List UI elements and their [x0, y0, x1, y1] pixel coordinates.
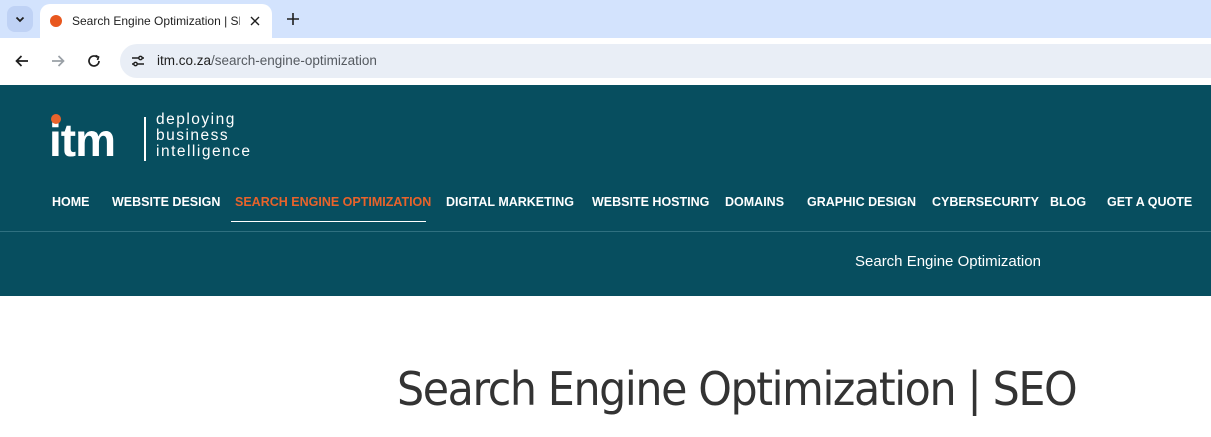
nav-graphic-design[interactable]: GRAPHIC DESIGN: [807, 195, 916, 209]
nav-domains[interactable]: DOMAINS: [725, 195, 784, 209]
logo-dot-icon: [51, 114, 61, 124]
logo-tagline-line: business: [156, 127, 230, 144]
itm-logo[interactable]: itm deploying business intelligence: [48, 111, 258, 167]
logo-wordmark: itm: [49, 114, 116, 166]
logo-divider: [144, 117, 146, 161]
nav-blog[interactable]: BLOG: [1050, 195, 1086, 209]
url-path: /search-engine-optimization: [211, 53, 377, 68]
url-host: itm.co.za: [157, 53, 212, 68]
logo-tagline: deploying business intelligence: [156, 112, 252, 160]
breadcrumb: Search Engine Optimization: [855, 253, 1041, 270]
address-bar[interactable]: itm.co.za/search-engine-optimization: [120, 44, 1211, 78]
logo-tagline-line: intelligence: [156, 143, 252, 160]
browser-tabstrip: Search Engine Optimization | SEO: [0, 0, 1211, 38]
tune-icon: [132, 55, 144, 67]
arrow-right-icon: [52, 55, 65, 67]
header-divider: [0, 231, 1211, 232]
site-favicon-icon: [50, 15, 62, 27]
active-nav-underline: [231, 221, 426, 222]
page-title: Search Engine Optimization | SEO: [397, 362, 1078, 416]
arrow-left-icon: [15, 55, 28, 67]
tab-search-dropdown[interactable]: [7, 6, 33, 32]
nav-website-hosting[interactable]: WEBSITE HOSTING: [592, 195, 709, 209]
nav-home[interactable]: HOME: [52, 195, 90, 209]
chevron-down-icon: [15, 16, 25, 23]
close-icon: [250, 16, 260, 26]
plus-icon: [287, 13, 299, 25]
reload-button[interactable]: [84, 51, 104, 71]
back-button[interactable]: [12, 51, 32, 71]
forward-button[interactable]: [48, 51, 68, 71]
logo-tagline-line: deploying: [156, 111, 236, 128]
main-navigation: HOME WEBSITE DESIGN SEARCH ENGINE OPTIMI…: [0, 195, 1211, 223]
nav-search-engine-optimization[interactable]: SEARCH ENGINE OPTIMIZATION: [235, 195, 431, 209]
tab-title: Search Engine Optimization | SEO: [72, 14, 240, 28]
site-header: itm deploying business intelligence HOME…: [0, 85, 1211, 296]
reload-icon: [88, 54, 100, 67]
new-tab-button[interactable]: [283, 9, 303, 29]
nav-website-design[interactable]: WEBSITE DESIGN: [112, 195, 220, 209]
nav-cybersecurity[interactable]: CYBERSECURITY: [932, 195, 1039, 209]
browser-toolbar: itm.co.za/search-engine-optimization: [0, 38, 1211, 85]
url-text[interactable]: itm.co.za/search-engine-optimization: [157, 53, 377, 68]
site-info-button[interactable]: [128, 51, 148, 71]
close-tab-button[interactable]: [247, 13, 263, 29]
nav-get-a-quote[interactable]: GET A QUOTE: [1107, 195, 1192, 209]
nav-digital-marketing[interactable]: DIGITAL MARKETING: [446, 195, 574, 209]
active-tab[interactable]: Search Engine Optimization | SEO: [40, 4, 272, 38]
